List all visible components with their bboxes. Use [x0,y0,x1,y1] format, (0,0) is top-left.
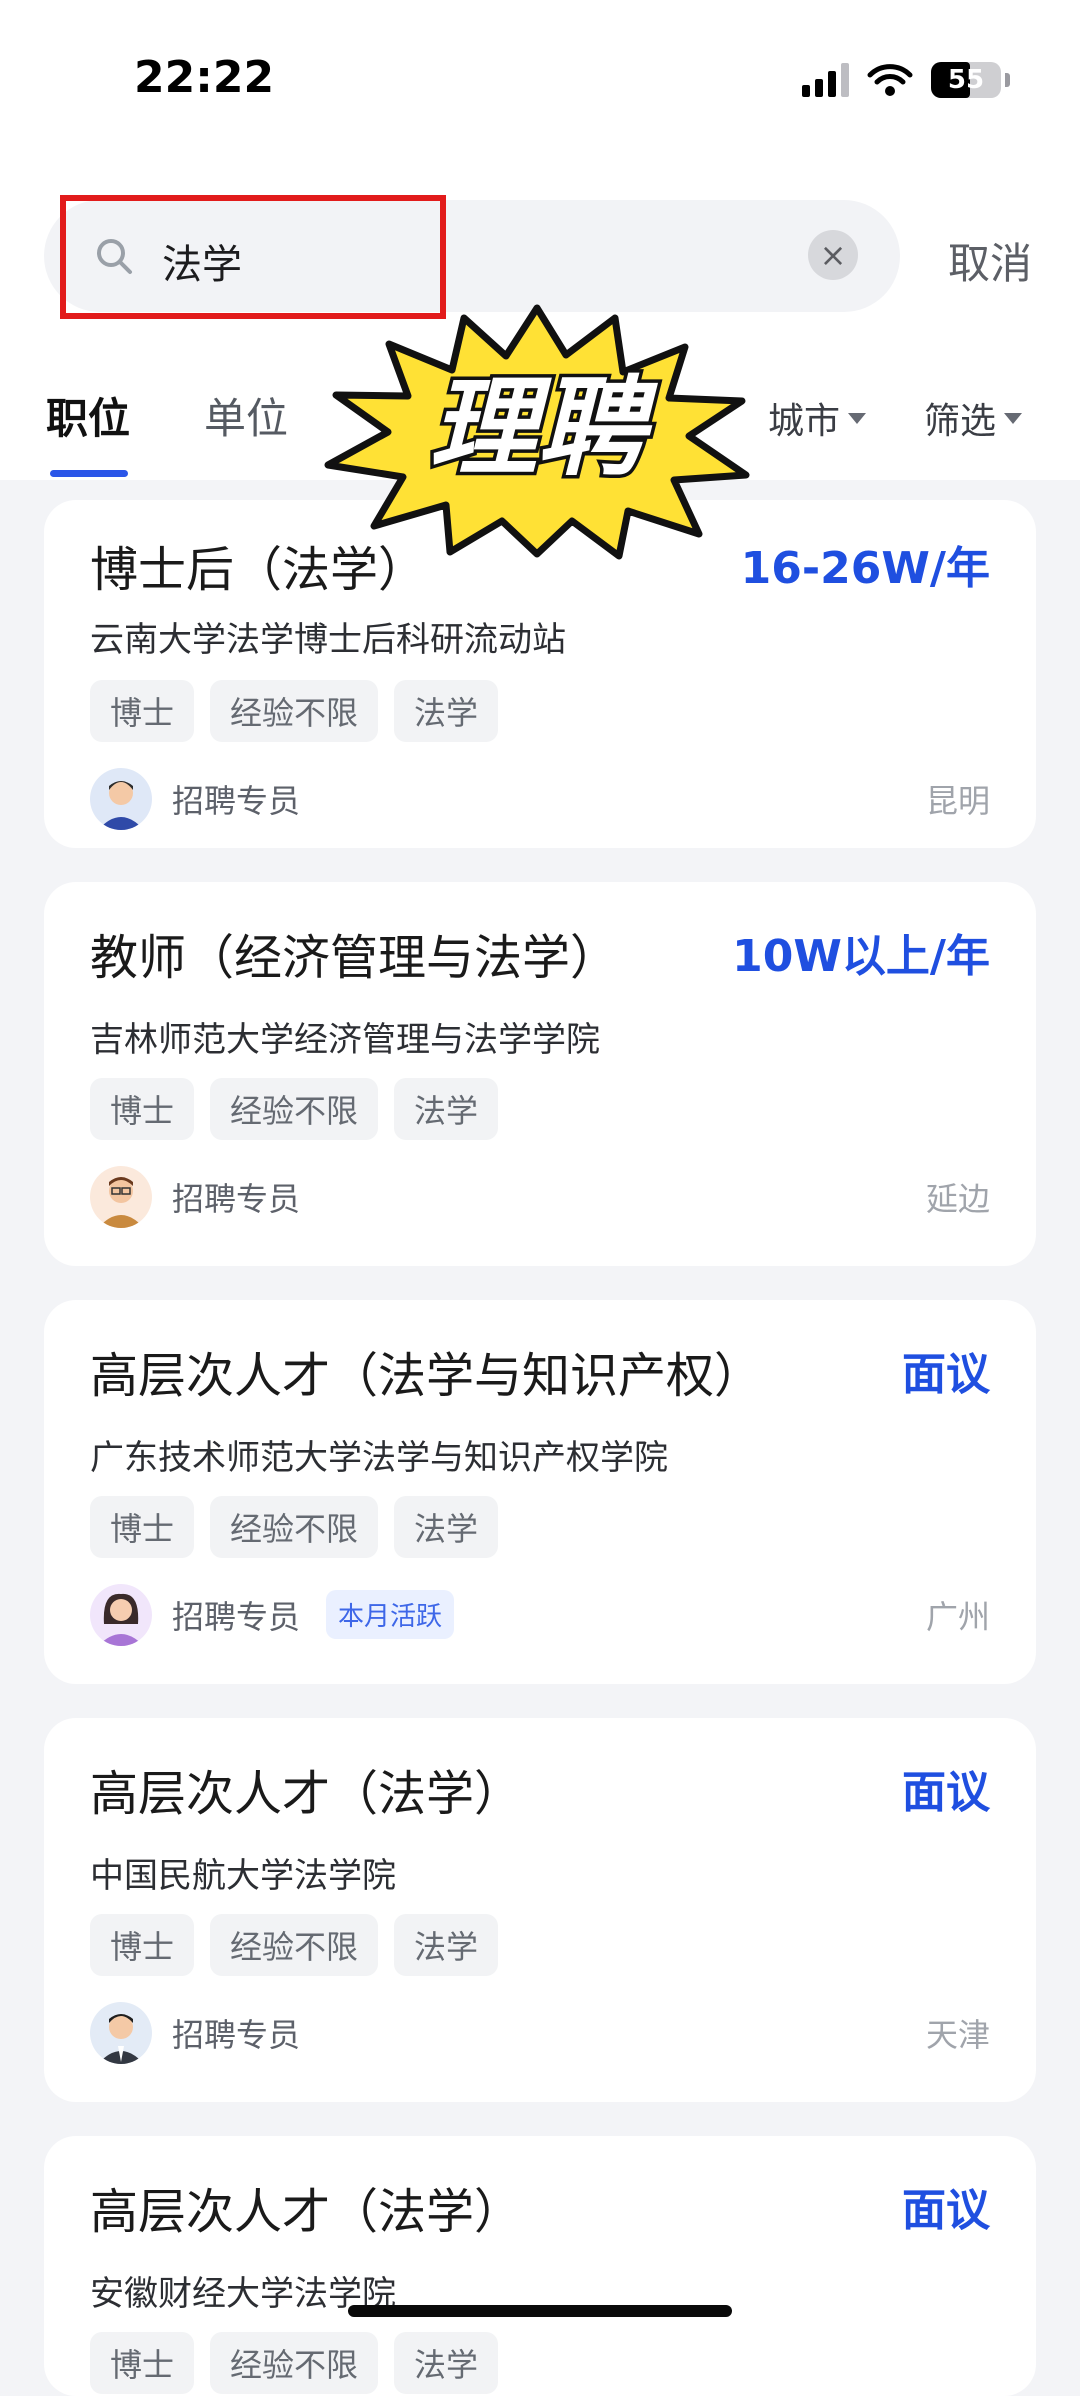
job-card[interactable]: 高层次人才（法学） 面议 中国民航大学法学院 博士 经验不限 法学 招聘专员 天… [44,1718,1036,2102]
tag-major: 法学 [394,2332,499,2394]
status-icons: 55 [802,58,1010,102]
battery-icon: 55 [931,62,1001,98]
more-filter-label: 筛选 [924,401,997,442]
recruiter-name: 招聘专员 [172,1598,301,1636]
city-filter[interactable]: 城市 [768,392,867,444]
salary: 面议 [902,1349,990,1400]
tag-list: 博士 经验不限 法学 [90,2332,499,2394]
tag-experience: 经验不限 [210,680,379,742]
wifi-icon [867,64,913,96]
salary: 面议 [902,2185,990,2236]
salary: 16-26W/年 [740,543,990,594]
job-city: 昆明 [925,782,990,820]
job-city: 天津 [925,2016,990,2054]
job-title: 高层次人才（法学） [90,2184,523,2240]
tag-list: 博士 经验不限 法学 [90,1914,499,1976]
tag-major: 法学 [394,1914,499,1976]
tag-major: 法学 [394,680,499,742]
tag-degree: 博士 [90,2332,195,2394]
cellular-signal-icon [802,63,849,97]
tag-major: 法学 [394,1078,499,1140]
salary: 10W以上/年 [732,931,990,982]
organization: 中国民航大学法学院 [90,1856,396,1896]
tag-list: 博士 经验不限 法学 [90,680,499,742]
job-title: 教师（经济管理与法学） [90,930,619,986]
job-card[interactable]: 高层次人才（法学） 面议 安徽财经大学法学院 博士 经验不限 法学 [44,2136,1036,2396]
job-title: 高层次人才（法学） [90,1766,523,1822]
recruiter-name: 招聘专员 [172,782,301,820]
tag-degree: 博士 [90,1496,195,1558]
salary: 面议 [902,1767,990,1818]
organization: 广东技术师范大学法学与知识产权学院 [90,1438,668,1478]
tag-degree: 博士 [90,1078,195,1140]
sticker-text: 理聘 [429,366,658,491]
job-city: 广州 [925,1598,990,1636]
active-tab-indicator [50,470,128,477]
tag-experience: 经验不限 [210,1914,379,1976]
organization: 云南大学法学博士后科研流动站 [90,620,566,660]
tag-experience: 经验不限 [210,2332,379,2394]
tab-employers[interactable]: 单位 [204,385,288,446]
home-indicator [348,2305,732,2317]
recruiter-avatar [90,1166,152,1228]
status-time: 22:22 [134,52,275,103]
recruiter-avatar [90,768,152,830]
more-filter[interactable]: 筛选 [924,392,1023,444]
job-city: 延边 [925,1180,990,1218]
organization: 吉林师范大学经济管理与法学学院 [90,1020,600,1060]
tag-major: 法学 [394,1496,499,1558]
job-card[interactable]: 高层次人才（法学与知识产权） 面议 广东技术师范大学法学与知识产权学院 博士 经… [44,1300,1036,1684]
tab-positions[interactable]: 职位 [46,385,130,446]
recruiter-avatar [90,2002,152,2064]
brand-sticker: 理聘 [324,304,750,560]
recruiter-avatar [90,1584,152,1646]
chevron-down-icon [848,412,867,424]
tag-degree: 博士 [90,1914,195,1976]
city-filter-label: 城市 [768,401,841,442]
recruiter-name: 招聘专员 [172,2016,301,2054]
active-this-month-badge: 本月活跃 [326,1590,455,1639]
tag-list: 博士 经验不限 法学 [90,1496,499,1558]
tag-list: 博士 经验不限 法学 [90,1078,499,1140]
clear-search-button[interactable]: × [808,230,858,280]
battery-percent: 55 [947,65,985,95]
battery-tip [1005,73,1010,87]
tag-degree: 博士 [90,680,195,742]
chevron-down-icon [1004,412,1023,424]
recruiter-name: 招聘专员 [172,1180,301,1218]
tag-experience: 经验不限 [210,1078,379,1140]
cancel-button[interactable]: 取消 [948,230,1032,291]
job-card[interactable]: 教师（经济管理与法学） 10W以上/年 吉林师范大学经济管理与法学学院 博士 经… [44,882,1036,1266]
job-title: 高层次人才（法学与知识产权） [90,1348,763,1404]
tag-experience: 经验不限 [210,1496,379,1558]
